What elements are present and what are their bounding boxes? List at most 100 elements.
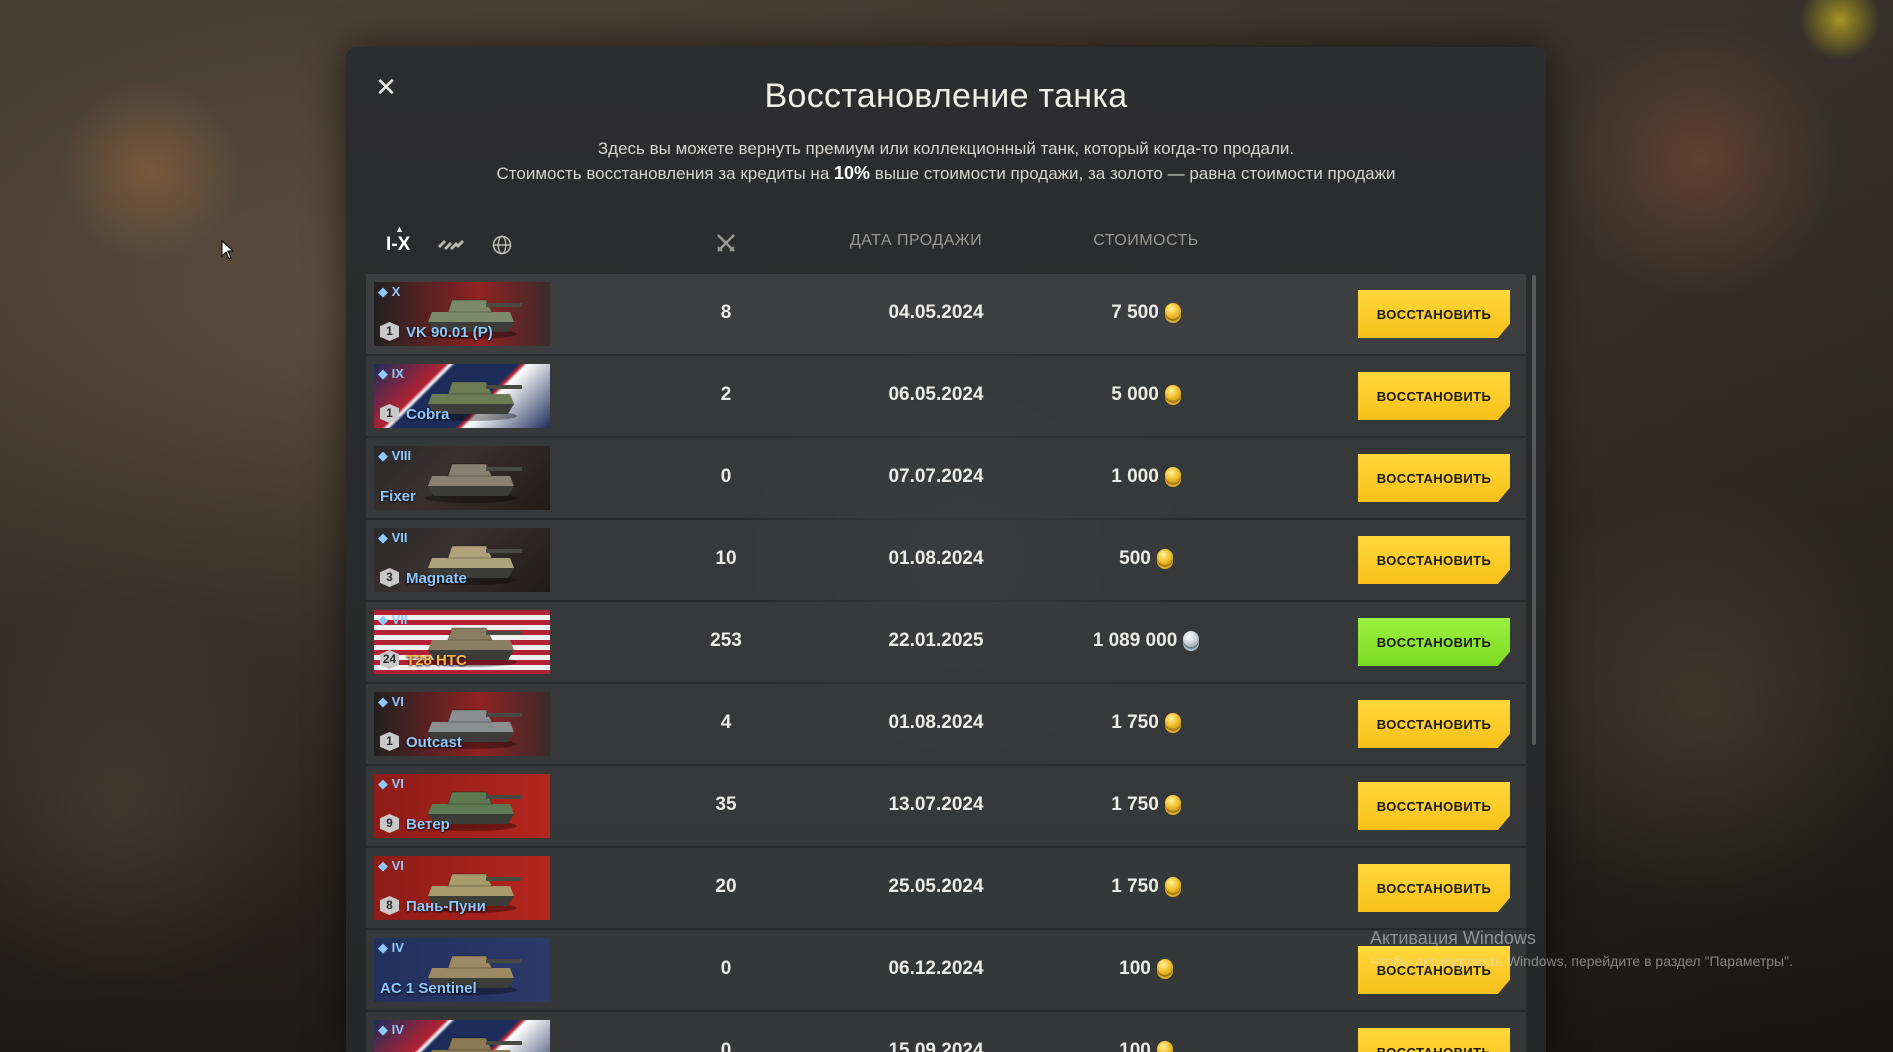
dialog-subtitle: Здесь вы можете вернуть премиум или колл… bbox=[346, 137, 1546, 186]
subtitle-percent: 10% bbox=[834, 163, 871, 183]
tank-card[interactable]: ◆ VII 3 Magnate bbox=[374, 528, 550, 592]
table-row: ◆ VII 3 Magnate 10 01.08.2024 500 ВОССТА… bbox=[366, 520, 1526, 600]
restore-button[interactable]: ВОССТАНОВИТЬ bbox=[1358, 1028, 1510, 1052]
table-row: ◆ IV AC 1 Sentinel 0 06.12.2024 100 ВОСС… bbox=[366, 930, 1526, 1010]
sale-date: 13.07.2024 bbox=[888, 794, 984, 815]
battles-count: 4 bbox=[720, 712, 732, 733]
battles-count: 2 bbox=[720, 384, 732, 405]
sale-date: 22.01.2025 bbox=[888, 630, 984, 651]
gold-coins-icon bbox=[1156, 959, 1173, 975]
restore-price: 1 750 bbox=[1046, 712, 1246, 734]
sale-date: 07.07.2024 bbox=[888, 466, 984, 487]
scrollbar[interactable] bbox=[1532, 275, 1536, 745]
tank-name: Ветер bbox=[406, 816, 450, 833]
mastery-badge: 3 bbox=[380, 568, 399, 587]
price-value: 1 750 bbox=[1111, 876, 1159, 897]
restore-button[interactable]: ВОССТАНОВИТЬ bbox=[1358, 454, 1510, 502]
tank-name: Outcast bbox=[406, 734, 462, 751]
restore-price: 500 bbox=[1046, 548, 1246, 570]
mastery-badge: 1 bbox=[380, 732, 399, 751]
gold-coins-icon bbox=[1164, 795, 1181, 811]
dialog-title: Восстановление танка bbox=[764, 77, 1128, 115]
restore-button[interactable]: ВОССТАНОВИТЬ bbox=[1358, 372, 1510, 420]
subtitle-text: выше стоимости продажи, за золото — равн… bbox=[874, 164, 1396, 183]
tank-card[interactable]: ◆ VIII Fixer bbox=[374, 446, 550, 510]
battles-count: 10 bbox=[715, 548, 737, 569]
tank-card[interactable]: ◆ VI 9 Ветер bbox=[374, 774, 550, 838]
tank-card[interactable]: ◆ VI 1 Outcast bbox=[374, 692, 550, 756]
crossed-swords-icon[interactable] bbox=[696, 232, 756, 259]
tank-tier: ◆ VI bbox=[378, 776, 404, 791]
mastery-badge: 1 bbox=[380, 322, 399, 341]
price-value: 100 bbox=[1119, 958, 1151, 979]
sale-date: 06.05.2024 bbox=[888, 384, 984, 405]
gold-coins-icon bbox=[1164, 713, 1181, 729]
tank-name: Пань-Пуни bbox=[406, 898, 486, 915]
gold-coins-icon bbox=[1164, 467, 1181, 483]
battles-count: 8 bbox=[720, 302, 732, 323]
tank-card[interactable]: ◆ X 1 VK 90.01 (P) bbox=[374, 282, 550, 346]
gold-coins-icon bbox=[1164, 877, 1181, 893]
price-value: 500 bbox=[1119, 548, 1151, 569]
restore-price: 100 bbox=[1046, 958, 1246, 980]
tank-name: T28 HTC bbox=[406, 652, 467, 669]
restore-price: 1 000 bbox=[1046, 466, 1246, 488]
gold-coins-icon bbox=[1156, 549, 1173, 565]
mastery-badge: 24 bbox=[380, 650, 399, 669]
column-header-sale-date[interactable]: ДАТА ПРОДАЖИ bbox=[816, 232, 1016, 250]
restore-price: 7 500 bbox=[1046, 302, 1246, 324]
tank-card[interactable]: ◆ IV AC 1 Sentinel bbox=[374, 938, 550, 1002]
battles-count: 0 bbox=[720, 1040, 732, 1052]
column-header-price[interactable]: СТОИМОСТЬ bbox=[1046, 232, 1246, 250]
sale-date: 25.05.2024 bbox=[888, 876, 984, 897]
tank-tier: ◆ VI bbox=[378, 694, 404, 709]
subtitle-line-2: Стоимость восстановления за кредиты на 1… bbox=[346, 161, 1546, 186]
tank-name: Cobra bbox=[406, 406, 450, 423]
battles-count: 20 bbox=[715, 876, 737, 897]
restore-price: 1 089 000 bbox=[1046, 630, 1246, 652]
table-row: ◆ IV 0 15.09.2024 100 ВОССТАНОВИТЬ bbox=[366, 1012, 1526, 1052]
price-value: 1 089 000 bbox=[1092, 630, 1178, 651]
filter-toolbar: I-X ▲ bbox=[386, 224, 512, 263]
tank-name: AC 1 Sentinel bbox=[380, 980, 477, 997]
tier-filter-button[interactable]: I-X ▲ bbox=[386, 224, 410, 256]
sale-date: 15.09.2024 bbox=[888, 1040, 984, 1052]
mastery-badge: 9 bbox=[380, 814, 399, 833]
sale-date: 04.05.2024 bbox=[888, 302, 984, 323]
tank-tier: ◆ VI bbox=[378, 858, 404, 873]
tank-tier: ◆ VII bbox=[378, 530, 408, 545]
price-value: 1 750 bbox=[1111, 794, 1159, 815]
tank-image-icon bbox=[425, 463, 522, 503]
price-value: 100 bbox=[1119, 1040, 1151, 1052]
tank-card[interactable]: ◆ IV bbox=[374, 1020, 550, 1052]
tank-type-icon[interactable] bbox=[436, 236, 466, 254]
table-row: ◆ X 1 VK 90.01 (P) 8 04.05.2024 7 500 ВО… bbox=[366, 274, 1526, 354]
restore-button[interactable]: ВОССТАНОВИТЬ bbox=[1358, 782, 1510, 830]
mastery-badge: 1 bbox=[380, 404, 399, 423]
table-row: ◆ VI 8 Пань-Пуни 20 25.05.2024 1 750 ВОС… bbox=[366, 848, 1526, 928]
tank-name: Fixer bbox=[380, 488, 416, 505]
restore-button[interactable]: ВОССТАНОВИТЬ bbox=[1358, 864, 1510, 912]
silver-credits-icon bbox=[1183, 631, 1200, 647]
restore-button[interactable]: ВОССТАНОВИТЬ bbox=[1358, 290, 1510, 338]
restore-tank-dialog: ✕ Восстановление танка Здесь вы можете в… bbox=[346, 47, 1546, 1052]
tank-list: ◆ X 1 VK 90.01 (P) 8 04.05.2024 7 500 ВО… bbox=[366, 274, 1526, 1052]
mouse-cursor-icon bbox=[221, 240, 235, 260]
tank-card[interactable]: ◆ VII 24 T28 HTC bbox=[374, 610, 550, 674]
table-row: ◆ VI 1 Outcast 4 01.08.2024 1 750 ВОССТА… bbox=[366, 684, 1526, 764]
restore-button[interactable]: ВОССТАНОВИТЬ bbox=[1358, 618, 1510, 666]
tank-card[interactable]: ◆ IX 1 Cobra bbox=[374, 364, 550, 428]
restore-button[interactable]: ВОССТАНОВИТЬ bbox=[1358, 536, 1510, 584]
sale-date: 06.12.2024 bbox=[888, 958, 984, 979]
restore-button[interactable]: ВОССТАНОВИТЬ bbox=[1358, 700, 1510, 748]
globe-icon[interactable] bbox=[492, 235, 512, 255]
tank-tier: ◆ IX bbox=[378, 366, 404, 381]
table-row: ◆ IX 1 Cobra 2 06.05.2024 5 000 ВОССТАНО… bbox=[366, 356, 1526, 436]
sort-arrow-icon: ▲ bbox=[395, 224, 404, 234]
restore-price: 100 bbox=[1046, 1040, 1246, 1052]
restore-price: 5 000 bbox=[1046, 384, 1246, 406]
price-value: 7 500 bbox=[1111, 302, 1159, 323]
battles-count: 0 bbox=[720, 958, 732, 979]
mastery-badge: 8 bbox=[380, 896, 399, 915]
tank-card[interactable]: ◆ VI 8 Пань-Пуни bbox=[374, 856, 550, 920]
